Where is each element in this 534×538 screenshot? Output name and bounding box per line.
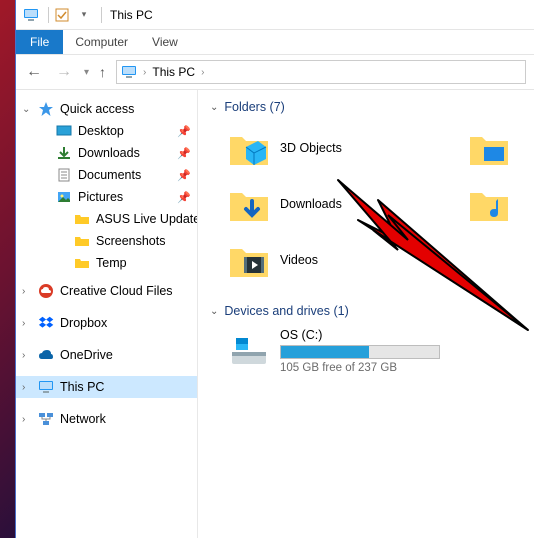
sidebar-item-downloads[interactable]: Downloads 📌 xyxy=(16,142,197,164)
history-dropdown[interactable]: ▾ xyxy=(84,67,89,78)
desktop-background xyxy=(0,0,15,538)
folder-music-partial[interactable] xyxy=(468,180,528,228)
drive-os-c[interactable]: OS (C:) 105 GB free of 237 GB xyxy=(210,328,534,374)
explorer-window: ▾ This PC File Computer View ← → ▾ ↑ › T… xyxy=(15,0,534,538)
expand-icon[interactable]: › xyxy=(22,414,25,425)
chevron-right-icon: › xyxy=(143,67,146,78)
pin-icon: 📌 xyxy=(177,125,191,138)
pin-icon: 📌 xyxy=(177,169,191,182)
sidebar-item-pictures[interactable]: Pictures 📌 xyxy=(16,186,197,208)
thispc-icon xyxy=(121,64,137,80)
qat-properties-icon[interactable] xyxy=(53,6,71,24)
expand-icon[interactable]: › xyxy=(22,382,25,393)
qat-dropdown-icon[interactable]: ▾ xyxy=(75,6,93,24)
sidebar-item-label: Dropbox xyxy=(60,316,107,330)
sidebar-item-label: Pictures xyxy=(78,190,123,204)
folders-section-header[interactable]: ⌄ Folders (7) xyxy=(210,100,534,114)
folder-icon xyxy=(74,255,90,271)
breadcrumb-root[interactable]: This PC xyxy=(152,65,195,79)
file-tab[interactable]: File xyxy=(16,30,63,54)
sidebar-dropbox[interactable]: › Dropbox xyxy=(16,312,197,334)
documents-icon xyxy=(56,167,72,183)
dropbox-icon xyxy=(38,315,54,331)
pin-icon: 📌 xyxy=(177,147,191,160)
videos-folder-icon xyxy=(228,239,270,281)
sidebar-item-label: Downloads xyxy=(78,146,140,160)
up-button[interactable]: ↑ xyxy=(99,64,106,80)
folder-icon xyxy=(468,127,510,169)
navigation-pane: ⌄ Quick access Desktop 📌 Downloads 📌 Doc xyxy=(16,90,198,538)
section-label: Devices and drives (1) xyxy=(224,304,348,318)
collapse-icon[interactable]: ⌄ xyxy=(22,104,30,115)
chevron-down-icon: ⌄ xyxy=(210,102,218,113)
folder-videos[interactable]: Videos xyxy=(228,236,448,284)
folder-3d-objects[interactable]: 3D Objects xyxy=(228,124,448,172)
thispc-icon xyxy=(38,379,54,395)
forward-button[interactable]: → xyxy=(54,63,74,81)
chevron-right-icon[interactable]: › xyxy=(201,67,204,78)
sidebar-creative-cloud[interactable]: › Creative Cloud Files xyxy=(16,280,197,302)
back-button[interactable]: ← xyxy=(24,63,44,81)
pictures-icon xyxy=(56,189,72,205)
sidebar-item-label: Desktop xyxy=(78,124,124,138)
ribbon-tabs: File Computer View xyxy=(16,30,534,54)
content-pane: ⌄ Folders (7) 3D Objects Downloads xyxy=(198,90,534,538)
folder-desktop-partial[interactable] xyxy=(468,124,528,172)
downloads-folder-icon xyxy=(228,183,270,225)
drive-label: OS (C:) xyxy=(280,328,440,342)
sidebar-item-screenshots[interactable]: Screenshots xyxy=(16,230,197,252)
sidebar-item-label: Documents xyxy=(78,168,141,182)
sidebar-item-label: ASUS Live Update xyxy=(96,212,198,226)
view-tab[interactable]: View xyxy=(140,30,190,54)
navigation-bar: ← → ▾ ↑ › This PC › xyxy=(16,54,534,90)
sidebar-this-pc[interactable]: › This PC xyxy=(16,376,197,398)
drive-usage-bar xyxy=(280,345,440,359)
sidebar-item-label: This PC xyxy=(60,380,104,394)
sidebar-network[interactable]: › Network xyxy=(16,408,197,430)
folder-downloads[interactable]: Downloads xyxy=(228,180,448,228)
sidebar-item-label: Screenshots xyxy=(96,234,165,248)
folder-label: Downloads xyxy=(280,197,342,211)
thispc-icon xyxy=(22,6,40,24)
sidebar-item-label: Creative Cloud Files xyxy=(60,284,173,298)
sidebar-item-desktop[interactable]: Desktop 📌 xyxy=(16,120,197,142)
expand-icon[interactable]: › xyxy=(22,286,25,297)
drives-section-header[interactable]: ⌄ Devices and drives (1) xyxy=(210,304,534,318)
drive-info: OS (C:) 105 GB free of 237 GB xyxy=(280,328,440,374)
sidebar-item-label: OneDrive xyxy=(60,348,113,362)
expand-icon[interactable]: › xyxy=(22,318,25,329)
sidebar-item-temp[interactable]: Temp xyxy=(16,252,197,274)
pin-icon: 📌 xyxy=(177,191,191,204)
title-bar: ▾ This PC xyxy=(16,0,534,30)
folder-label: 3D Objects xyxy=(280,141,342,155)
expand-icon[interactable]: › xyxy=(22,350,25,361)
chevron-down-icon: ⌄ xyxy=(210,306,218,317)
creative-cloud-icon xyxy=(38,283,54,299)
sidebar-quick-access[interactable]: ⌄ Quick access xyxy=(16,98,197,120)
sidebar-item-documents[interactable]: Documents 📌 xyxy=(16,164,197,186)
sidebar-item-asus[interactable]: ASUS Live Update xyxy=(16,208,197,230)
downloads-icon xyxy=(56,145,72,161)
sidebar-onedrive[interactable]: › OneDrive xyxy=(16,344,197,366)
computer-tab[interactable]: Computer xyxy=(63,30,140,54)
3d-objects-icon xyxy=(228,127,270,169)
section-label: Folders (7) xyxy=(224,100,284,114)
drive-sublabel: 105 GB free of 237 GB xyxy=(280,362,440,374)
sidebar-item-label: Network xyxy=(60,412,106,426)
window-title: This PC xyxy=(110,8,153,22)
desktop-icon xyxy=(56,123,72,139)
folder-icon xyxy=(74,211,90,227)
network-icon xyxy=(38,411,54,427)
music-folder-icon xyxy=(468,183,510,225)
star-icon xyxy=(38,101,54,117)
folders-grid: 3D Objects Downloads Videos xyxy=(210,124,534,284)
folder-icon xyxy=(74,233,90,249)
address-bar[interactable]: › This PC › xyxy=(116,60,526,84)
sidebar-item-label: Temp xyxy=(96,256,127,270)
folder-label: Videos xyxy=(280,253,318,267)
onedrive-icon xyxy=(38,347,54,363)
sidebar-item-label: Quick access xyxy=(60,102,134,116)
drive-icon xyxy=(228,332,270,370)
